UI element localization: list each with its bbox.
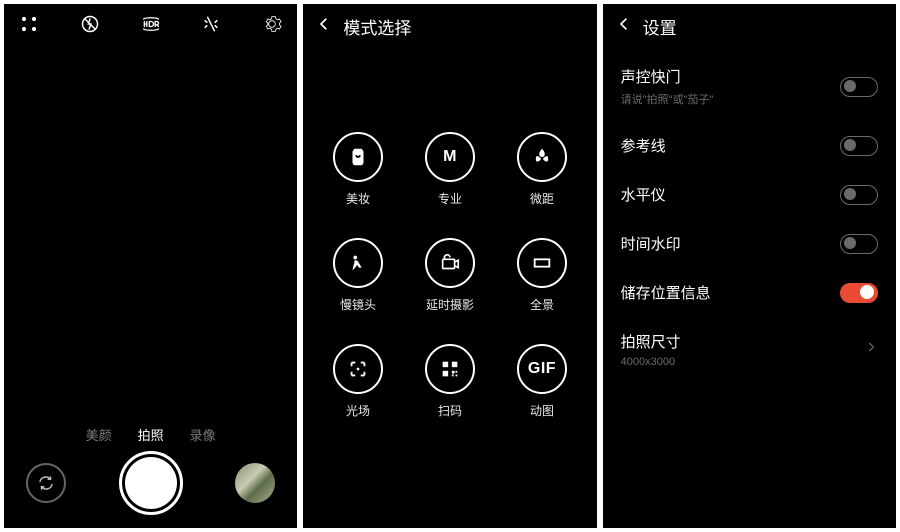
settings-row-title: 时间水印 [621, 233, 681, 254]
viewfinder[interactable] [4, 42, 297, 419]
toggle-knob [844, 139, 856, 151]
shutter-inner [125, 457, 177, 509]
settings-row-subtitle: 请说"拍照"或"茄子" [621, 91, 714, 107]
pro-m-icon: M [425, 132, 475, 182]
settings-row-title: 参考线 [621, 135, 666, 156]
toggle-knob [844, 80, 856, 92]
settings-row-left: 时间水印 [621, 233, 681, 254]
toggle[interactable] [840, 234, 878, 254]
mode-item-gif[interactable]: GIF 动图 [502, 344, 582, 444]
mode-item-panorama[interactable]: 全景 [502, 238, 582, 338]
beauty-icon [333, 132, 383, 182]
camera-topbar [4, 6, 297, 42]
mode-label: 微距 [530, 190, 554, 207]
slowmo-icon [333, 238, 383, 288]
mode-item-macro[interactable]: 微距 [502, 132, 582, 232]
tab-photo[interactable]: 拍照 [138, 425, 164, 444]
mode-label: 扫码 [438, 402, 462, 419]
toggle[interactable] [840, 185, 878, 205]
camera-bottombar [4, 448, 297, 528]
hdr-icon[interactable] [140, 13, 162, 35]
settings-row-left: 声控快门请说"拍照"或"茄子" [621, 66, 714, 107]
mode-label: 全景 [530, 296, 554, 313]
macro-icon [517, 132, 567, 182]
settings-icon[interactable] [261, 13, 283, 35]
mode-label: 动图 [530, 402, 554, 419]
settings-row-left: 拍照尺寸 4000x3000 [621, 331, 681, 368]
settings-row[interactable]: 声控快门请说"拍照"或"茄子" [603, 52, 896, 121]
mode-label: 延时摄影 [426, 296, 474, 313]
switch-camera-button[interactable] [26, 463, 66, 503]
settings-row-left: 参考线 [621, 135, 666, 156]
mode-select-pane: 模式选择 美妆 M 专业 微距慢镜头 延时摄影 全景光场 扫码 GIF 动图 [303, 4, 596, 528]
mode-label: 慢镜头 [340, 296, 376, 313]
mode-item-timelapse[interactable]: 延时摄影 [410, 238, 490, 338]
mode-select-title: 模式选择 [343, 14, 411, 39]
panorama-icon [517, 238, 567, 288]
toggle[interactable] [840, 136, 878, 156]
toggle-knob [844, 188, 856, 200]
toggle[interactable] [840, 283, 878, 303]
mode-grid: 美妆 M 专业 微距慢镜头 延时摄影 全景光场 扫码 GIF 动图 [318, 132, 582, 444]
mode-label: 美妆 [346, 190, 370, 207]
flash-off-icon[interactable] [79, 13, 101, 35]
mode-item-qr[interactable]: 扫码 [410, 344, 490, 444]
back-icon[interactable] [615, 15, 633, 38]
gif-icon: GIF [517, 344, 567, 394]
mode-item-slowmo[interactable]: 慢镜头 [318, 238, 398, 338]
mode-label: 专业 [438, 190, 462, 207]
mode-label: 光场 [346, 402, 370, 419]
settings-row-subtitle: 4000x3000 [621, 356, 681, 368]
settings-row[interactable]: 时间水印 [603, 219, 896, 268]
settings-row[interactable]: 拍照尺寸 4000x3000 [603, 317, 896, 382]
settings-list: 声控快门请说"拍照"或"茄子" 参考线水平仪时间水印储存位置信息拍照尺寸 4000x… [603, 48, 896, 528]
filters-icon[interactable] [200, 13, 222, 35]
tab-beauty[interactable]: 美颜 [86, 425, 112, 444]
mode-select-header: 模式选择 [303, 4, 596, 48]
settings-row[interactable]: 参考线 [603, 121, 896, 170]
mode-grid-wrap: 美妆 M 专业 微距慢镜头 延时摄影 全景光场 扫码 GIF 动图 [303, 48, 596, 528]
toggle-knob [844, 237, 856, 249]
settings-title: 设置 [643, 14, 677, 39]
settings-row-title: 储存位置信息 [621, 282, 711, 303]
settings-row-left: 储存位置信息 [621, 282, 711, 303]
settings-row-title: 声控快门 [621, 66, 714, 87]
settings-pane: 设置 声控快门请说"拍照"或"茄子" 参考线水平仪时间水印储存位置信息拍照尺寸 40… [603, 4, 896, 528]
settings-row[interactable]: 水平仪 [603, 170, 896, 219]
tab-video[interactable]: 录像 [190, 425, 216, 444]
mode-item-pro-m[interactable]: M 专业 [410, 132, 490, 232]
camera-mode-tabs: 美颜 拍照 录像 [4, 419, 297, 448]
toggle[interactable] [840, 77, 878, 97]
camera-pane: 美颜 拍照 录像 [4, 4, 297, 528]
timelapse-icon [425, 238, 475, 288]
toggle-knob [860, 285, 874, 299]
settings-row-title: 水平仪 [621, 184, 666, 205]
lightfield-icon [333, 344, 383, 394]
mode-item-lightfield[interactable]: 光场 [318, 344, 398, 444]
qr-icon [425, 344, 475, 394]
chevron-right-icon [864, 340, 878, 359]
settings-header: 设置 [603, 4, 896, 48]
modes-icon[interactable] [18, 13, 40, 35]
gallery-thumbnail[interactable] [235, 463, 275, 503]
settings-row[interactable]: 储存位置信息 [603, 268, 896, 317]
settings-row-title: 拍照尺寸 [621, 331, 681, 352]
back-icon[interactable] [315, 15, 333, 38]
shutter-button[interactable] [119, 451, 183, 515]
mode-item-beauty[interactable]: 美妆 [318, 132, 398, 232]
settings-row-left: 水平仪 [621, 184, 666, 205]
